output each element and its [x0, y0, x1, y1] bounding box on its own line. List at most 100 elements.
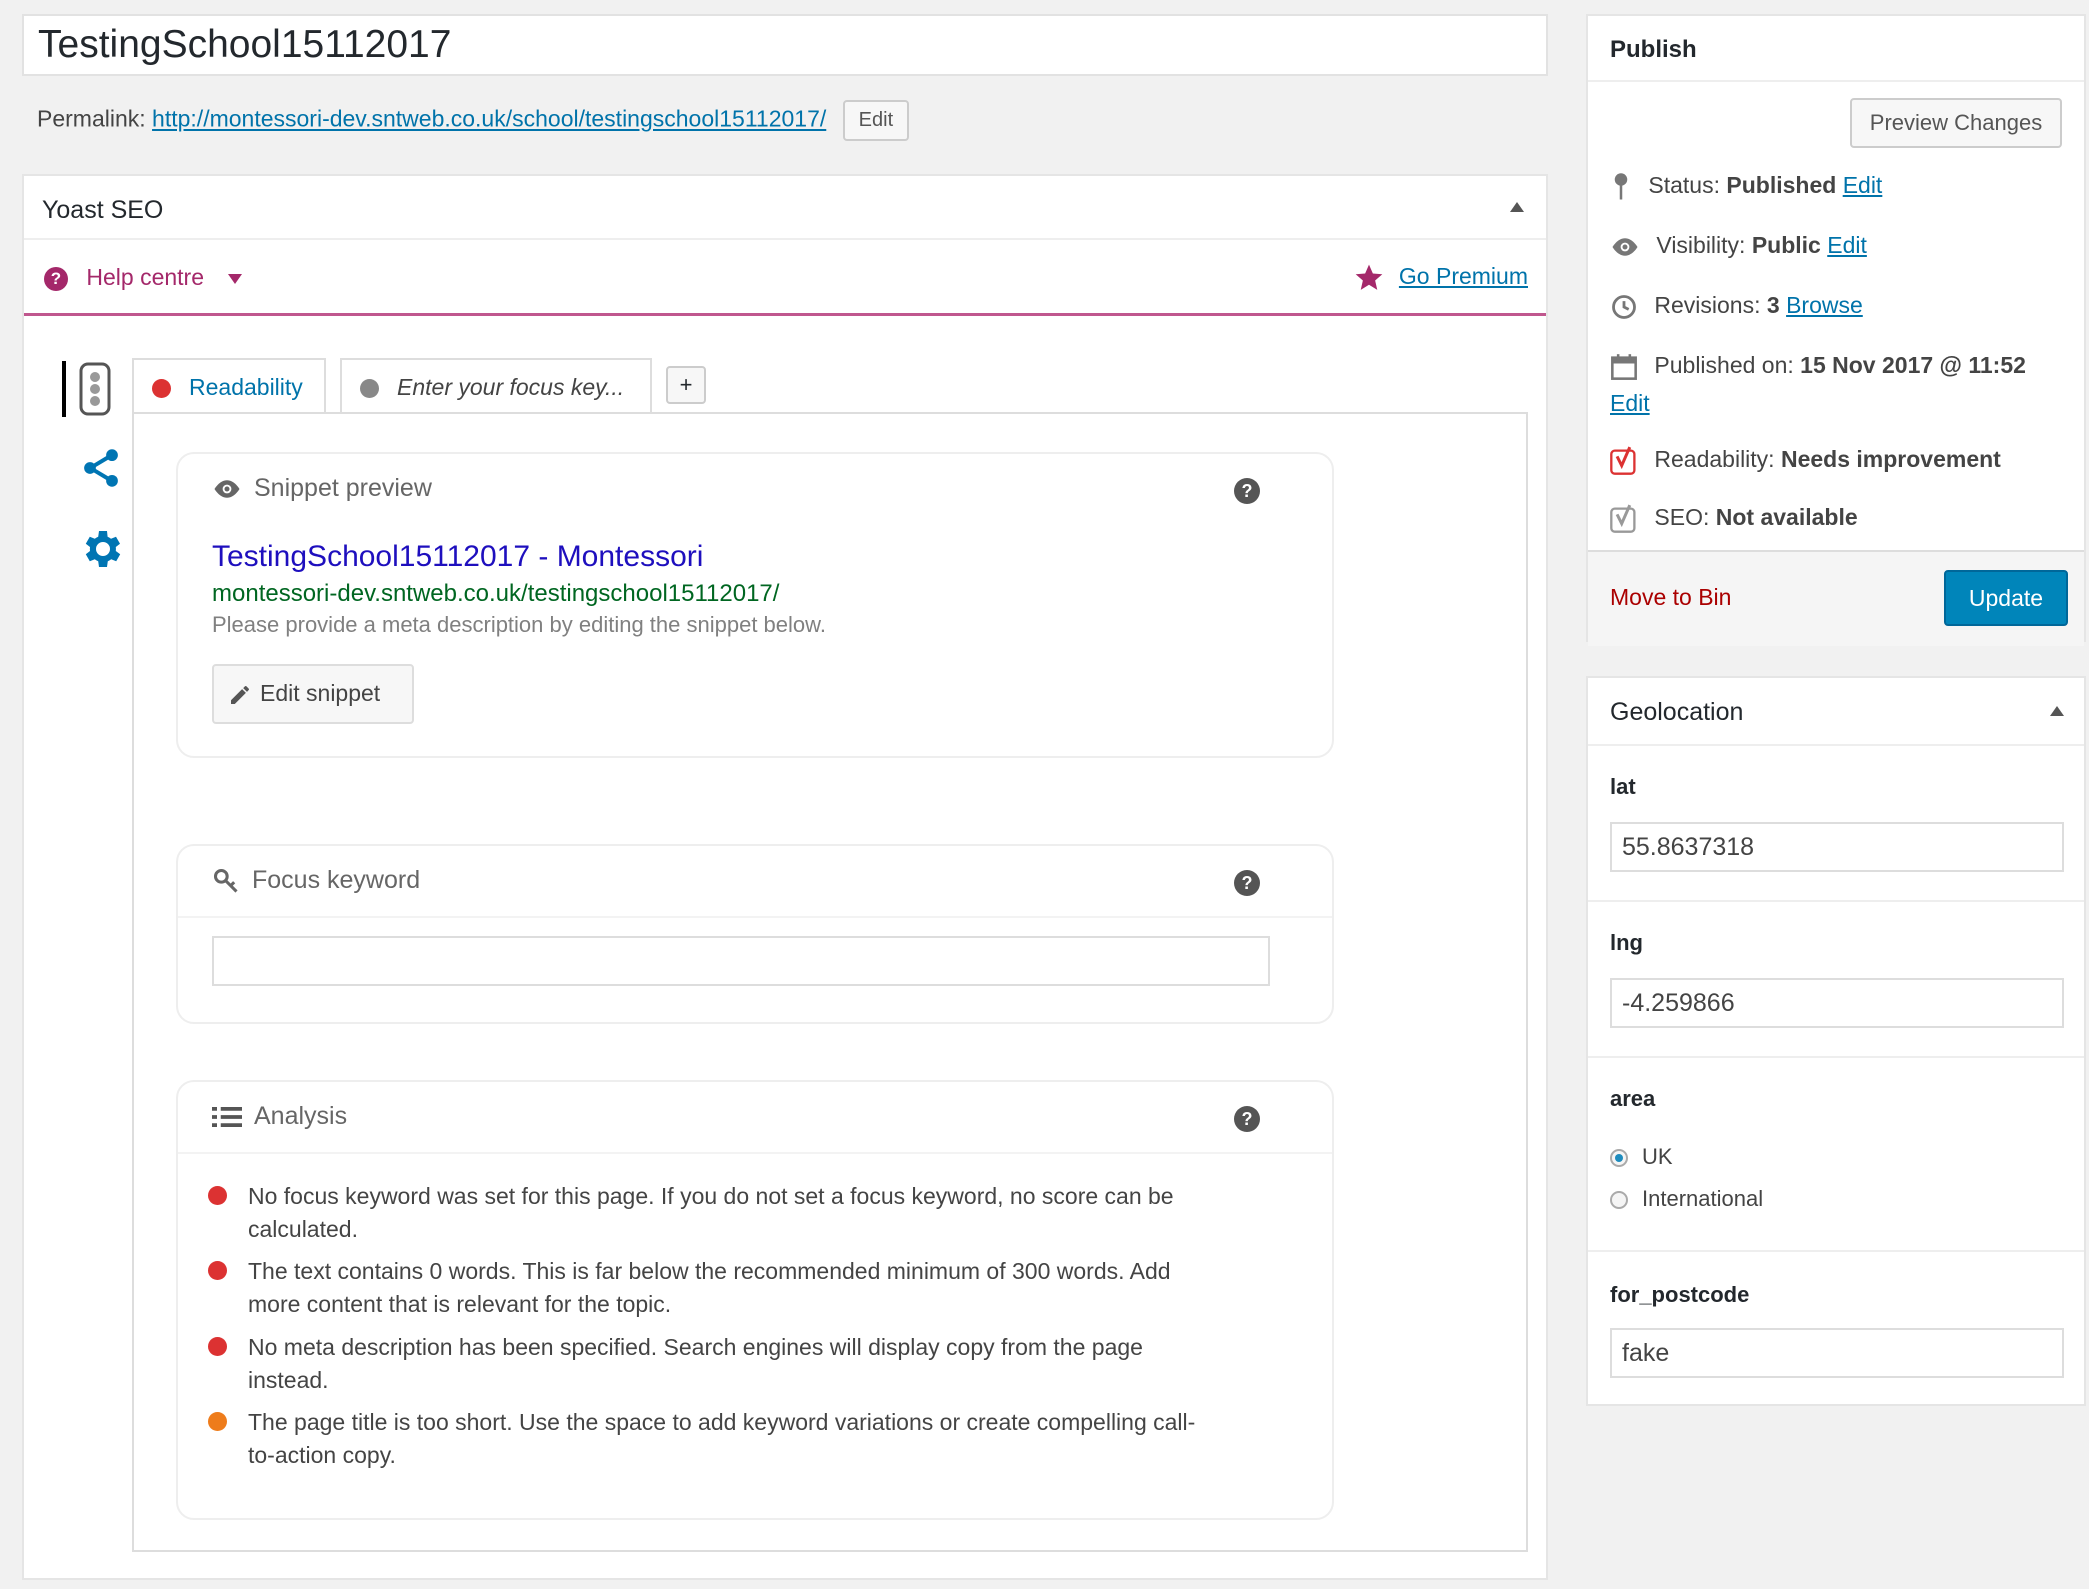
help-bar: ? Help centre Go Premium [24, 240, 1546, 316]
readability-row: Readability: Needs improvement [1610, 446, 2001, 476]
update-button[interactable]: Update [1944, 570, 2068, 626]
go-premium-link[interactable]: Go Premium [1399, 263, 1528, 289]
radio-button-checked[interactable] [1610, 1149, 1628, 1168]
preview-changes-button[interactable]: Preview Changes [1850, 98, 2062, 148]
snippet-title[interactable]: TestingSchool15112017 - Montessori [212, 540, 703, 574]
permalink-row: Permalink: http://montessori-dev.sntweb.… [37, 100, 910, 141]
permalink-edit-button[interactable]: Edit [842, 100, 910, 141]
snippet-help-icon[interactable]: ? [1234, 478, 1260, 504]
analysis-item: No focus keyword was set for this page. … [208, 1180, 1208, 1246]
analysis-item-text: No meta description has been specified. … [248, 1334, 1143, 1393]
status-row: Status: Published Edit [1610, 172, 1882, 202]
focus-status-dot [360, 379, 379, 399]
area-option-label: UK [1642, 1144, 1673, 1169]
post-title-input[interactable] [22, 14, 1548, 76]
divider [178, 916, 1332, 918]
yoast-side-tabs [42, 361, 132, 661]
revisions-row: Revisions: 3 Browse [1610, 292, 1863, 321]
divider [178, 1152, 1332, 1154]
eye-icon [214, 480, 240, 499]
active-tab-indicator [62, 361, 66, 417]
collapse-arrow-icon[interactable] [1510, 202, 1524, 212]
analysis-card: Analysis ? No focus keyword was set for … [176, 1080, 1334, 1520]
add-keyword-button[interactable]: + [666, 366, 706, 404]
snippet-preview-header: Snippet preview [212, 474, 432, 503]
traffic-light-icon[interactable] [78, 361, 112, 417]
divider [1588, 80, 2084, 82]
analysis-title: Analysis [254, 1102, 348, 1130]
visibility-edit-link[interactable]: Edit [1827, 232, 1867, 258]
move-to-bin-link[interactable]: Move to Bin [1610, 584, 1731, 611]
analysis-help-icon[interactable]: ? [1234, 1106, 1260, 1132]
snippet-preview-title: Snippet preview [254, 474, 432, 502]
area-label: area [1610, 1086, 1656, 1111]
tab-focus-label: Enter your focus key... [397, 374, 625, 400]
lat-label: lat [1610, 774, 1636, 799]
lng-input[interactable] [1610, 978, 2064, 1028]
status-value: Published [1726, 172, 1837, 199]
calendar-icon [1611, 354, 1637, 380]
visibility-value: Public [1751, 232, 1821, 258]
publish-box: Publish Preview Changes Status: Publishe… [1586, 14, 2086, 646]
collapse-arrow-icon[interactable] [2050, 706, 2064, 716]
divider [1588, 1056, 2084, 1058]
yoast-tab-bar: Readability Enter your focus key... + [132, 358, 1552, 418]
focus-keyword-input[interactable] [212, 936, 1270, 986]
published-on-label: Published on: [1654, 352, 1794, 378]
geolocation-title: Geolocation [1610, 698, 1744, 726]
edit-snippet-button[interactable]: Edit snippet [212, 664, 414, 724]
geolocation-box: Geolocation lat lng area UK Internationa… [1586, 676, 2086, 1406]
postcode-input[interactable] [1610, 1328, 2064, 1378]
seo-row: SEO: Not available [1610, 504, 1858, 534]
geolocation-header[interactable]: Geolocation [1588, 678, 2084, 746]
revisions-label: Revisions: [1654, 292, 1761, 318]
focus-keyword-title: Focus keyword [252, 866, 421, 894]
focus-help-icon[interactable]: ? [1234, 870, 1260, 896]
area-option-international[interactable]: International [1610, 1186, 1763, 1212]
visibility-label: Visibility: [1656, 232, 1746, 258]
tab-readability-label: Readability [189, 374, 303, 400]
divider [1588, 900, 2084, 902]
share-icon[interactable] [79, 445, 123, 491]
list-icon [212, 1107, 242, 1128]
published-on-edit-row: Edit [1610, 390, 1650, 417]
analysis-header: Analysis [212, 1102, 347, 1131]
published-on-edit-link[interactable]: Edit [1610, 390, 1650, 416]
analysis-item-text: The page title is too short. Use the spa… [248, 1409, 1196, 1468]
analysis-item: The text contains 0 words. This is far b… [208, 1255, 1208, 1321]
permalink-label: Permalink: [37, 105, 146, 132]
pencil-icon [231, 685, 249, 704]
area-option-uk[interactable]: UK [1610, 1144, 1673, 1170]
gear-icon[interactable] [77, 525, 125, 573]
seo-label: SEO: [1654, 504, 1710, 531]
lat-input[interactable] [1610, 822, 2064, 872]
snippet-preview-card: Snippet preview ? TestingSchool15112017 … [176, 452, 1334, 758]
dropdown-arrow-icon [228, 273, 243, 284]
revisions-value: 3 [1766, 292, 1780, 318]
focus-keyword-header: Focus keyword [212, 866, 420, 895]
tab-readability[interactable]: Readability [132, 358, 326, 414]
visibility-row: Visibility: Public Edit [1610, 232, 1867, 259]
seo-value: Not available [1715, 504, 1858, 531]
radio-button[interactable] [1610, 1191, 1628, 1210]
yoast-header[interactable]: Yoast SEO [24, 176, 1546, 240]
analysis-item-text: The text contains 0 words. This is far b… [248, 1258, 1171, 1317]
browse-revisions-link[interactable]: Browse [1786, 292, 1863, 318]
readability-status-dot [152, 379, 171, 399]
focus-keyword-card: Focus keyword ? [176, 844, 1334, 1024]
yoast-logo-icon [1610, 446, 1636, 475]
star-icon [1355, 264, 1382, 290]
divider [1588, 1250, 2084, 1252]
edit-snippet-label: Edit snippet [260, 680, 381, 706]
go-premium-link-wrap[interactable]: Go Premium [1353, 262, 1528, 294]
readability-label: Readability: [1654, 446, 1775, 473]
status-edit-link[interactable]: Edit [1843, 172, 1883, 198]
lng-label: lng [1610, 930, 1643, 955]
status-red-dot [208, 1261, 227, 1280]
help-centre-toggle[interactable]: ? Help centre [44, 264, 243, 291]
permalink-link[interactable]: http://montessori-dev.sntweb.co.uk/schoo… [152, 106, 826, 132]
tab-focus-keyword[interactable]: Enter your focus key... [340, 358, 652, 418]
yoast-logo-icon [1610, 504, 1636, 533]
status-orange-dot [208, 1412, 227, 1431]
publish-title: Publish [1610, 36, 1697, 63]
